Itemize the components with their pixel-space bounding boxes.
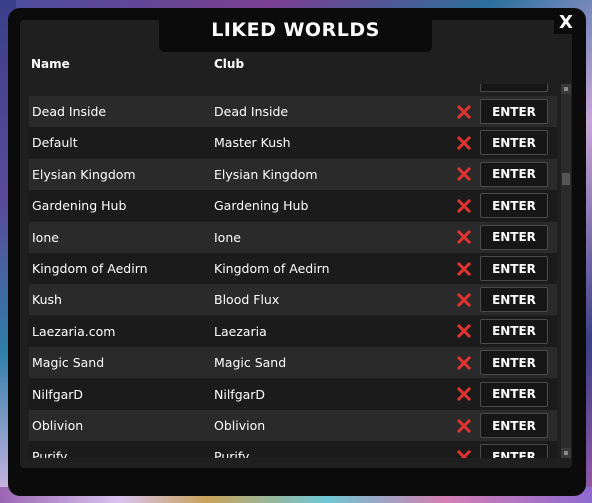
world-club: Laezaria [214, 323, 267, 339]
world-name: Default [32, 135, 78, 151]
world-club: Blood Flux [214, 292, 280, 308]
remove-x-icon[interactable] [457, 261, 471, 276]
world-club: Elysian Kingdom [214, 166, 318, 182]
world-row: Gardening Hub Gardening Hub ENTER [29, 190, 557, 222]
world-name: Dead Inside [32, 104, 107, 119]
world-name: NilfgarD [32, 386, 84, 402]
world-name: Gardening Hub [32, 198, 127, 214]
world-name: Kingdom of Aedirn [32, 261, 148, 276]
enter-button[interactable]: ENTER [480, 224, 548, 250]
world-name: Purify [32, 449, 68, 458]
world-name: Oblivion [32, 418, 84, 433]
world-row: Elysian Kingdom Elysian Kingdom ENTER [29, 158, 557, 190]
enter-button[interactable]: ENTER [480, 318, 548, 344]
close-button[interactable]: X [554, 10, 578, 34]
world-name: Ione [32, 229, 59, 245]
enter-button[interactable]: ENTER [480, 381, 548, 407]
world-row: Ione Ione ENTER [29, 221, 557, 253]
enter-button[interactable]: ENTER [480, 413, 548, 438]
world-row: Kingdom of Aedirn Kingdom of Aedirn ENTER [29, 253, 557, 284]
column-header-name: Name [31, 57, 70, 71]
world-name: Kush [32, 292, 62, 308]
world-club: Gardening Hub [214, 198, 309, 214]
remove-x-icon[interactable] [457, 355, 471, 370]
enter-button[interactable]: ENTER [480, 287, 548, 313]
enter-button[interactable]: ENTER [480, 256, 548, 281]
enter-button[interactable]: ENTER [480, 350, 548, 376]
world-club: Kingdom of Aedirn [214, 261, 330, 276]
world-club: Purify [214, 449, 250, 458]
remove-x-icon[interactable] [457, 167, 471, 182]
remove-x-icon[interactable] [457, 387, 471, 402]
remove-x-icon[interactable] [457, 324, 471, 339]
remove-x-icon[interactable] [457, 135, 471, 150]
world-row: Magic Sand Magic Sand ENTER [29, 347, 557, 379]
world-club: Magic Sand [214, 355, 287, 371]
scroll-down-arrow[interactable] [561, 448, 571, 458]
scroll-thumb[interactable] [562, 173, 570, 185]
world-name: Magic Sand [32, 355, 105, 371]
enter-button[interactable]: ENTER [480, 444, 548, 458]
world-club: Dead Inside [214, 104, 289, 119]
enter-button[interactable]: ENTER [480, 130, 548, 156]
remove-x-icon[interactable] [457, 418, 471, 433]
remove-x-icon[interactable] [457, 104, 471, 119]
world-row: Dead Inside Dead Inside ENTER [29, 96, 557, 127]
remove-x-icon[interactable] [457, 198, 471, 213]
scrollbar[interactable] [561, 84, 571, 458]
world-row: Purify Purify ENTER [29, 441, 557, 458]
world-row: Oblivion Oblivion ENTER [29, 410, 557, 441]
world-row: Kush Blood Flux ENTER [29, 284, 557, 316]
world-club: NilfgarD [214, 386, 266, 402]
remove-x-icon[interactable] [457, 230, 471, 245]
enter-button[interactable]: ENTER [480, 161, 548, 187]
worlds-list: Dead Inside Dead Inside ENTER Default Master… [29, 84, 557, 458]
world-row: Default Master Kush ENTER [29, 127, 557, 159]
remove-x-icon[interactable] [457, 449, 471, 458]
enter-button[interactable]: ENTER [480, 99, 548, 124]
world-club: Master Kush [214, 135, 291, 151]
world-name: Elysian Kingdom [32, 166, 136, 182]
world-row: NilfgarD NilfgarD ENTER [29, 378, 557, 410]
window-title: LIKED WORLDS [159, 8, 432, 52]
world-club: Ione [214, 229, 241, 245]
remove-x-icon[interactable] [457, 292, 471, 307]
enter-button[interactable]: ENTER [480, 193, 548, 219]
scroll-up-arrow[interactable] [561, 84, 571, 94]
column-header-club: Club [214, 57, 245, 71]
world-row: Laezaria.com Laezaria ENTER [29, 315, 557, 347]
world-name: Laezaria.com [32, 323, 116, 339]
world-club: Oblivion [214, 418, 266, 433]
